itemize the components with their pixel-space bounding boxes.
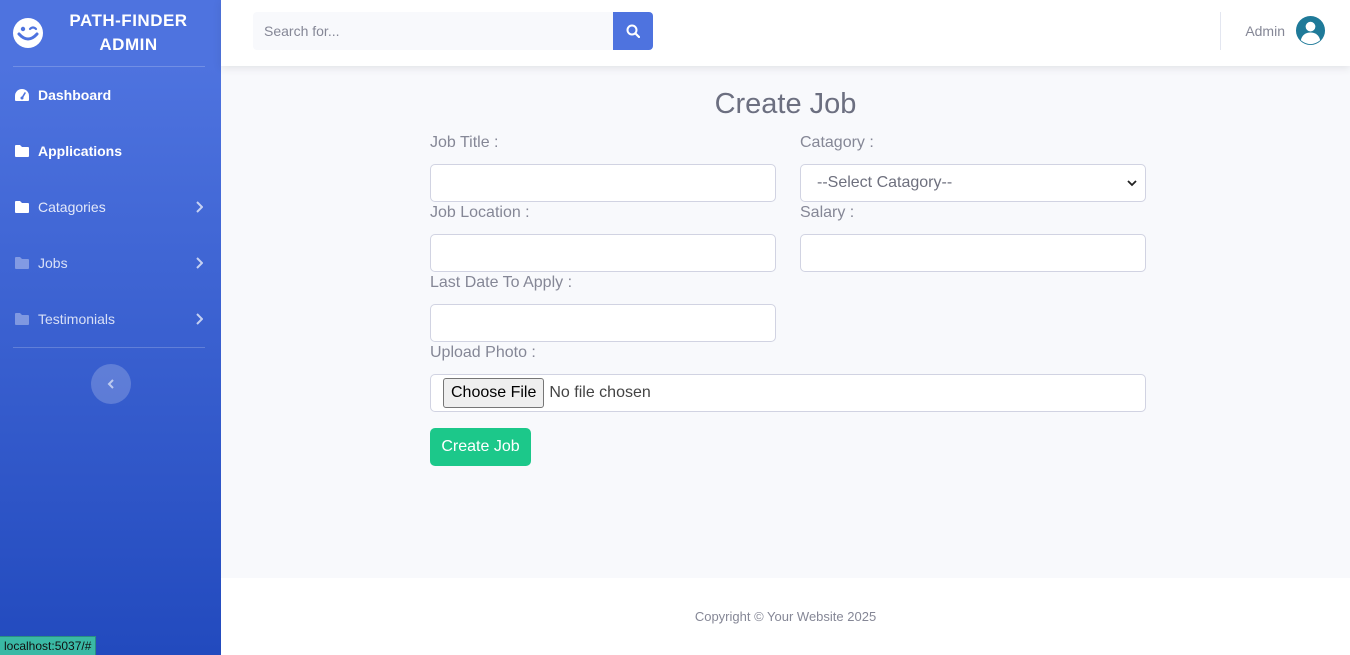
job-title-label: Job Title :	[430, 134, 499, 151]
photo-file-input: Choose File No file chosen	[430, 374, 1146, 412]
category-label: Catagory :	[800, 134, 874, 151]
sidebar-item-label: Catagories	[38, 199, 106, 215]
sidebar-item-label: Applications	[38, 143, 123, 159]
folder-icon	[15, 257, 29, 269]
salary-input[interactable]	[800, 234, 1146, 272]
category-selected-value: --Select Catagory--	[817, 174, 953, 191]
sidebar: PATH-FINDER ADMIN Dashboard Applications…	[0, 0, 221, 655]
folder-icon	[15, 201, 29, 213]
user-dropdown[interactable]: Admin	[1245, 15, 1326, 46]
tachometer-icon	[15, 89, 29, 101]
search-icon	[626, 24, 640, 38]
folder-icon	[15, 145, 29, 157]
copyright-text: Copyright © Your Website 2025	[694, 609, 877, 624]
main-content: Create Job Job Title : Catagory : --Sele…	[221, 66, 1350, 578]
job-location-label: Job Location :	[430, 204, 530, 221]
chevron-right-icon	[196, 201, 203, 213]
job-location-input[interactable]	[430, 234, 776, 272]
sidebar-toggle-button[interactable]	[90, 364, 131, 404]
chevron-left-icon	[107, 379, 114, 389]
salary-label: Salary :	[800, 204, 855, 221]
avatar	[1295, 15, 1326, 46]
sidebar-item-dashboard[interactable]: Dashboard	[0, 67, 221, 123]
topbar-divider	[1220, 12, 1221, 50]
sidebar-item-applications[interactable]: Applications	[0, 123, 221, 179]
category-select[interactable]: --Select Catagory--	[800, 164, 1146, 202]
status-bar-url: localhost:5037/#	[0, 636, 97, 655]
chevron-right-icon	[196, 257, 203, 269]
folder-icon	[15, 313, 29, 325]
chevron-down-icon	[1127, 180, 1137, 187]
sidebar-item-label: Dashboard	[38, 87, 112, 103]
last-date-input[interactable]	[430, 304, 776, 342]
sidebar-item-catagories[interactable]: Catagories	[0, 179, 221, 235]
footer: Copyright © Your Website 2025	[221, 578, 1350, 655]
upload-photo-label: Upload Photo :	[430, 344, 536, 361]
sidebar-item-label: Testimonials	[38, 311, 116, 327]
sidebar-item-testimonials[interactable]: Testimonials	[0, 291, 221, 347]
sidebar-item-jobs[interactable]: Jobs	[0, 235, 221, 291]
search-bar	[253, 12, 653, 50]
sidebar-item-label: Jobs	[38, 255, 68, 271]
user-name: Admin	[1245, 22, 1285, 39]
search-input[interactable]	[253, 12, 613, 50]
sidebar-divider	[13, 347, 205, 348]
chevron-right-icon	[196, 313, 203, 325]
choose-file-button[interactable]: Choose File	[443, 378, 545, 408]
topbar: Admin	[221, 0, 1350, 66]
sidebar-brand[interactable]: PATH-FINDER ADMIN	[0, 0, 221, 66]
laugh-wink-icon	[13, 18, 43, 48]
file-status-text: No file chosen	[549, 384, 651, 401]
brand-title: PATH-FINDER ADMIN	[69, 11, 188, 54]
search-button[interactable]	[613, 12, 653, 50]
last-date-label: Last Date To Apply :	[430, 274, 573, 291]
job-title-input[interactable]	[430, 164, 776, 202]
create-job-button[interactable]: Create Job	[430, 428, 531, 466]
page-title: Create Job	[714, 88, 857, 120]
